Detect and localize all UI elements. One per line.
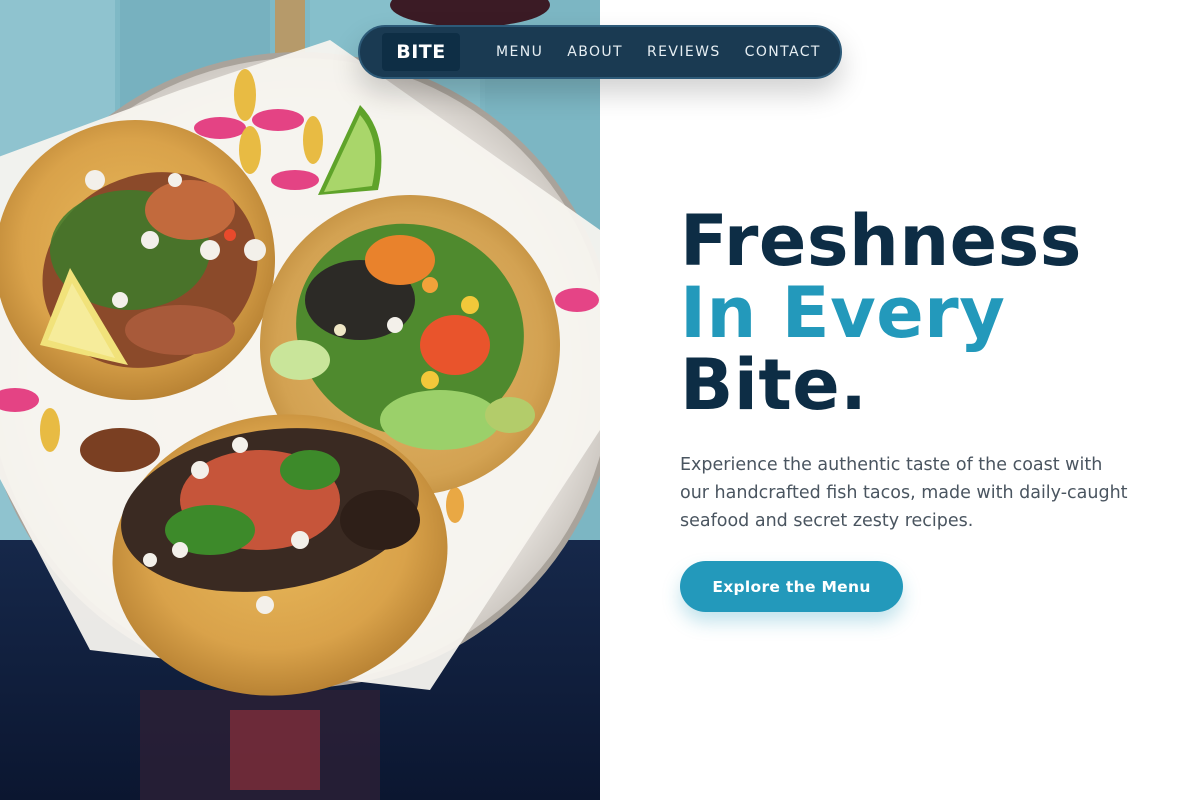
headline-line-2: In Every	[680, 272, 1006, 354]
nav-link-menu[interactable]: MENU	[496, 44, 543, 60]
hero-food-image	[0, 0, 600, 800]
hero-section: Freshness In Every Bite. Experience the …	[680, 205, 1160, 612]
headline-line-3: Bite.	[680, 344, 868, 426]
hero-description: Experience the authentic taste of the co…	[680, 455, 1128, 531]
hero-headline: Freshness In Every Bite.	[680, 205, 1160, 421]
nav-link-about[interactable]: ABOUT	[567, 44, 623, 60]
nav-link-contact[interactable]: CONTACT	[745, 44, 821, 60]
top-navigation: BITE MENU ABOUT REVIEWS CONTACT	[358, 25, 842, 79]
nav-link-reviews[interactable]: REVIEWS	[647, 44, 721, 60]
landing-page: BITE MENU ABOUT REVIEWS CONTACT Freshnes…	[0, 0, 1200, 800]
tacos-illustration	[0, 0, 600, 800]
explore-menu-button[interactable]: Explore the Menu	[680, 561, 903, 612]
headline-line-1: Freshness	[680, 200, 1082, 282]
nav-links: MENU ABOUT REVIEWS CONTACT	[496, 44, 821, 60]
brand-logo[interactable]: BITE	[382, 33, 460, 71]
